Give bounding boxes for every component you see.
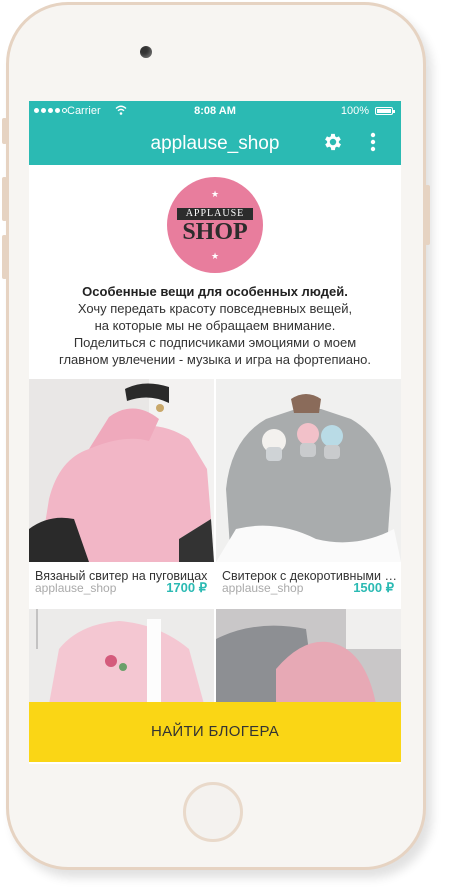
product-image[interactable] [29,379,214,562]
star-icon: ★ [211,189,220,199]
battery-percent: 100% [340,105,369,117]
volume-down-button [2,235,7,279]
shop-logo: ★ APPLAUSE SHOP ★ [167,177,263,273]
description-line: Хочу передать красоту повседневных вещей… [77,301,353,316]
settings-gear-icon[interactable] [322,131,344,153]
front-camera [140,46,152,58]
screen: Carrier 8:08 AM 100% applause_shop ★ APP… [29,101,401,764]
description-line: главном увлечении - музыка и игра на фор… [58,352,372,367]
power-button [425,185,430,245]
battery-icon [375,107,395,115]
description-headline: Особенные вещи для особенных людей. [82,284,348,299]
product-shop: applause_shop [222,581,304,595]
product-image[interactable] [216,379,401,562]
home-button[interactable] [183,782,243,842]
product-shop: applause_shop [35,581,117,595]
more-vert-icon[interactable] [365,131,381,153]
page-title: applause_shop [150,133,280,154]
volume-up-button [2,177,7,221]
product-card[interactable]: Вязаный свитер на пуговицах applause_sho… [29,379,214,604]
profile-description: Особенные вещи для особенных людей. Хочу… [29,283,401,368]
logo-shop-text: SHOP [182,219,248,245]
product-card[interactable] [29,609,214,704]
status-bar: Carrier 8:08 AM 100% [29,101,401,121]
product-image[interactable] [216,609,401,704]
app-bar: applause_shop [29,121,401,165]
star-icon: ★ [211,251,220,261]
product-image[interactable] [29,609,214,704]
product-card[interactable] [216,609,401,704]
find-blogger-button[interactable]: НАЙТИ БЛОГЕРА [29,702,401,762]
description-line: Поделиться с подписчиками эмоциями о мое… [73,335,357,350]
product-card[interactable]: Свитерок с декоротивными шапками applaus… [216,379,401,604]
silent-switch [2,118,7,144]
product-price: 1700 ₽ [166,580,207,595]
description-line: на которые мы не обращаем внимание. [94,318,336,333]
product-price: 1500 ₽ [353,580,394,595]
